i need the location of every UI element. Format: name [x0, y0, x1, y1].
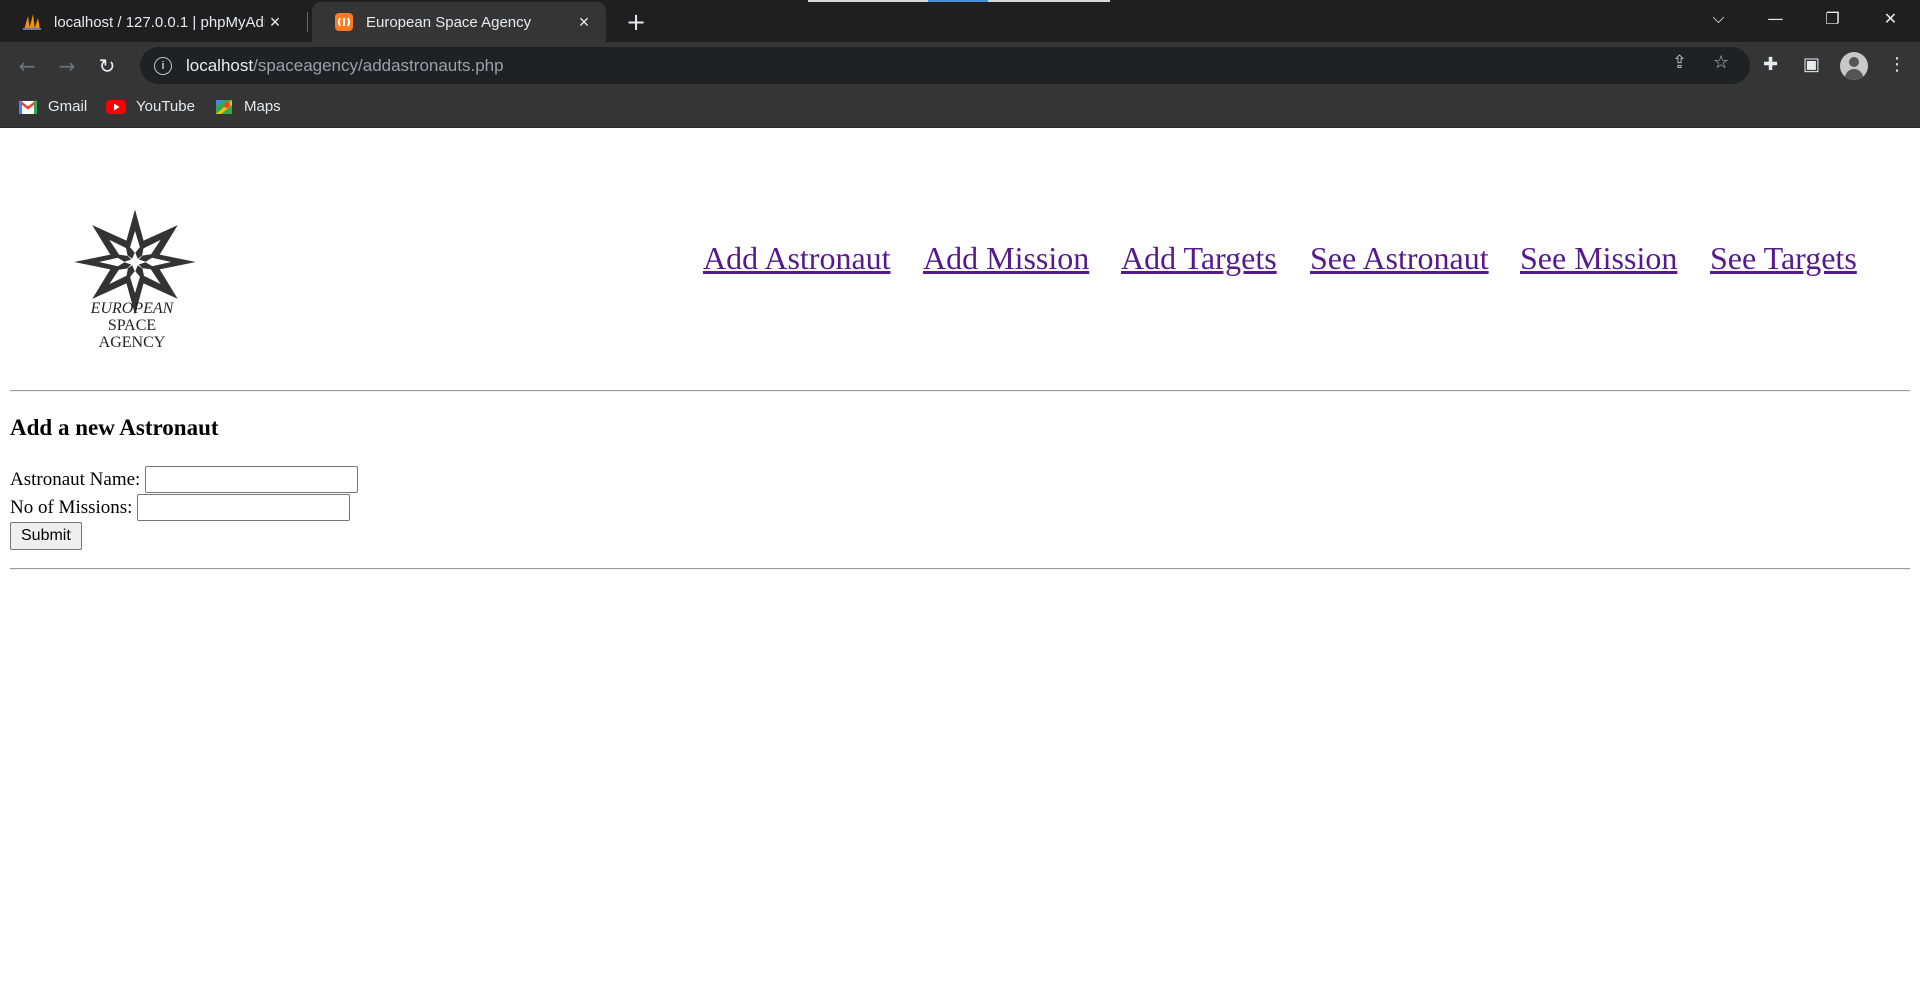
astronaut-name-input[interactable] — [145, 466, 359, 493]
tab-separator — [307, 12, 308, 32]
missions-row: No of Missions: — [10, 494, 351, 521]
logo-line: AGENCY — [98, 334, 166, 351]
astronaut-name-label: Astronaut Name: — [10, 468, 141, 490]
profile-avatar[interactable] — [1840, 52, 1868, 80]
logo-line: SPACE — [107, 317, 157, 334]
gmail-icon — [18, 99, 38, 114]
new-tab-button[interactable]: + — [620, 6, 652, 38]
url-path: /spaceagency/addastronauts.php — [253, 55, 504, 75]
youtube-icon — [106, 99, 126, 114]
top-divider — [10, 390, 1910, 392]
bookmark-maps[interactable]: Maps — [214, 98, 281, 115]
restore-button[interactable]: ❐ — [1804, 0, 1861, 36]
close-tab-icon[interactable]: × — [265, 12, 285, 33]
logo-line: EUROPEAN — [90, 300, 174, 317]
share-icon[interactable]: ⇪ — [1672, 52, 1687, 73]
nav-see-mission[interactable]: See Mission — [1520, 240, 1677, 277]
side-panel-icon[interactable]: ▣ — [1803, 54, 1820, 75]
tab-european-space-agency[interactable]: European Space Agency × — [312, 2, 606, 42]
browser-toolbar: ← → ↻ i localhost/spaceagency/addastrona… — [0, 42, 1920, 89]
bookmark-gmail[interactable]: Gmail — [18, 98, 87, 115]
extensions-puzzle-icon[interactable]: ✚ — [1763, 54, 1778, 75]
back-arrow-icon[interactable]: ← — [11, 50, 43, 82]
nav-add-mission[interactable]: Add Mission — [923, 240, 1089, 277]
form-title: Add a new Astronaut — [10, 415, 219, 440]
site-info-icon[interactable]: i — [154, 56, 172, 75]
close-tab-icon[interactable]: × — [574, 12, 594, 33]
submit-button[interactable]: Submit — [10, 522, 82, 550]
nav-see-astronaut[interactable]: See Astronaut — [1310, 240, 1489, 277]
xampp-icon — [334, 12, 354, 32]
tab-search-icon[interactable]: ⌵ — [1690, 0, 1747, 36]
bottom-divider — [10, 568, 1910, 570]
nav-add-targets[interactable]: Add Targets — [1121, 240, 1277, 277]
missions-input[interactable] — [137, 494, 351, 521]
bookmark-label: YouTube — [136, 98, 195, 115]
astronaut-name-row: Astronaut Name: — [10, 466, 359, 493]
minimize-button[interactable]: — — [1747, 0, 1804, 36]
forward-arrow-icon[interactable]: → — [51, 50, 83, 82]
tab-phpmyadmin[interactable]: localhost / 127.0.0.1 | phpMyAdmin × — [0, 2, 297, 42]
url-host: localhost — [186, 55, 254, 75]
bookmark-label: Maps — [244, 98, 281, 115]
bookmarks-bar: Gmail YouTube Maps — [0, 89, 1920, 128]
tab-strip-accent — [808, 0, 1110, 2]
tab-title: localhost / 127.0.0.1 | phpMyAdmin — [54, 13, 265, 31]
maps-icon — [216, 99, 232, 114]
address-bar[interactable]: i localhost/spaceagency/addastronauts.ph… — [140, 47, 1750, 84]
bookmark-star-icon[interactable]: ☆ — [1713, 52, 1729, 73]
reload-icon[interactable]: ↻ — [91, 50, 123, 82]
missions-label: No of Missions: — [10, 496, 133, 518]
close-window-button[interactable]: ✕ — [1862, 0, 1919, 36]
page-content: EUROPEAN SPACE AGENCY Add Astronaut Add … — [0, 128, 1920, 1000]
nav-add-astronaut[interactable]: Add Astronaut — [703, 240, 891, 277]
tab-title: European Space Agency — [366, 13, 532, 31]
logo-caption: EUROPEAN SPACE AGENCY — [62, 300, 202, 351]
nav-see-targets[interactable]: See Targets — [1710, 240, 1857, 277]
bookmark-label: Gmail — [48, 98, 88, 115]
menu-kebab-icon[interactable]: ⋮ — [1888, 54, 1906, 75]
tab-strip: localhost / 127.0.0.1 | phpMyAdmin × Eur… — [0, 0, 1920, 42]
bookmark-youtube[interactable]: YouTube — [106, 98, 195, 115]
phpmyadmin-icon — [22, 12, 42, 32]
